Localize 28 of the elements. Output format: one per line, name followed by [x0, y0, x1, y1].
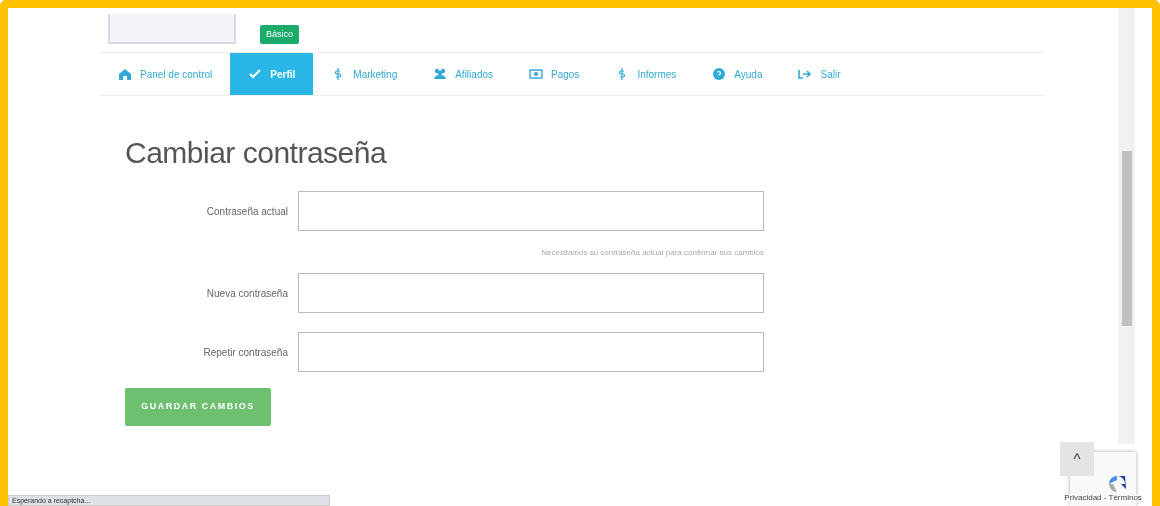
- check-icon: [248, 67, 263, 81]
- nav-tab[interactable]: Informes: [597, 53, 695, 95]
- save-button[interactable]: GUARDAR CAMBIOS: [125, 388, 271, 426]
- nav-tab[interactable]: Panel de control: [100, 53, 231, 95]
- page-title: Cambiar contraseña: [125, 135, 388, 171]
- field-label: Nueva contraseña: [205, 286, 289, 301]
- exit-icon: [798, 67, 813, 81]
- plan-badge: Básico: [260, 24, 299, 44]
- recaptcha-icon: [1106, 474, 1128, 494]
- recaptcha-terms: Privacidad - Términos: [1064, 494, 1142, 502]
- banknote-icon: [529, 67, 543, 81]
- nav-tab[interactable]: Salir: [780, 53, 859, 95]
- password-field[interactable]: [298, 191, 764, 231]
- nav-tab[interactable]: Ayuda: [694, 53, 781, 95]
- help-text: Necesitamos su contraseña actual para confirmar sus cambios: [540, 247, 764, 259]
- field-label: Contraseña actual: [205, 204, 289, 219]
- nav-tab[interactable]: Pagos: [511, 53, 598, 95]
- password-field[interactable]: [298, 332, 764, 372]
- home-icon: [118, 67, 132, 81]
- scrollbar[interactable]: [1118, 8, 1135, 444]
- nav-tab[interactable]: Afiliados: [415, 53, 511, 95]
- users-icon: [433, 67, 448, 81]
- password-field[interactable]: [298, 273, 764, 313]
- nav-tab[interactable]: Marketing: [313, 53, 416, 95]
- back-to-top-button[interactable]: ^: [1060, 442, 1094, 476]
- help-icon: [712, 67, 727, 81]
- field-label: Repetir contraseña: [202, 345, 289, 360]
- nav-tab[interactable]: Perfil: [230, 53, 314, 95]
